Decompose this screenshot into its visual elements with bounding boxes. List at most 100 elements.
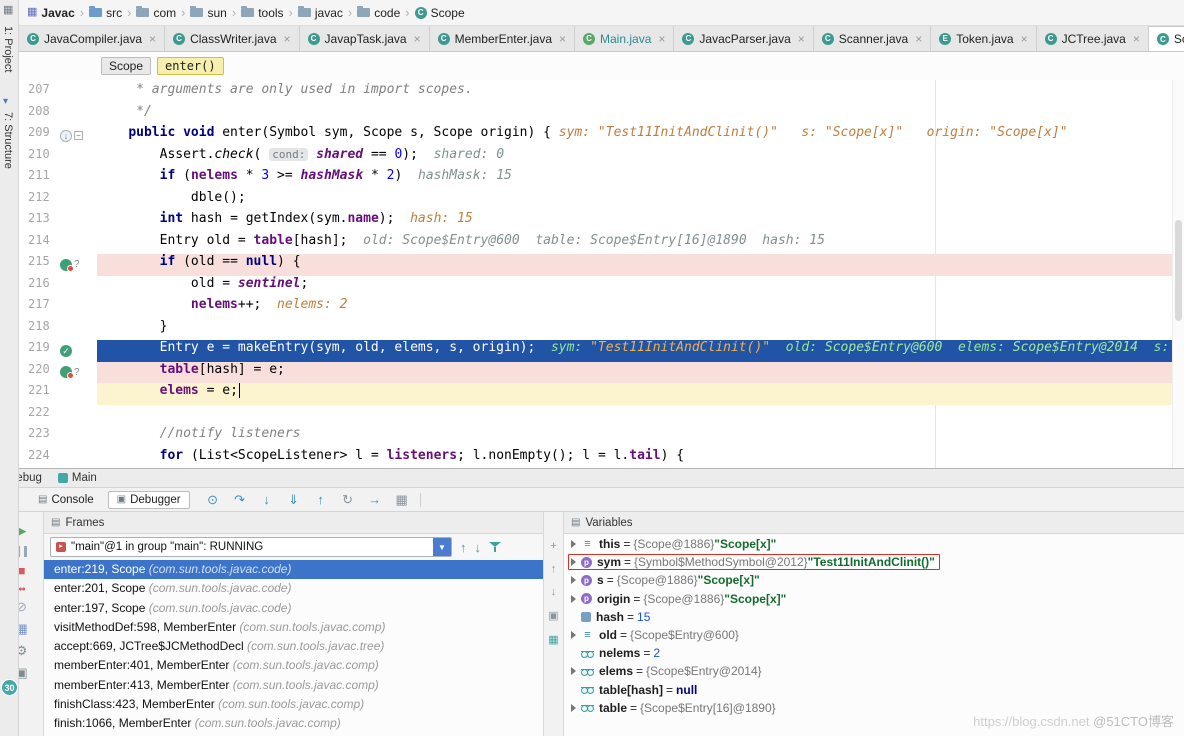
- code-line-210[interactable]: 210 Assert.check( cond: shared == 0); sh…: [19, 147, 1184, 169]
- breadcrumb-class-chip[interactable]: Scope: [101, 57, 151, 75]
- next-frame-button[interactable]: ↓: [475, 540, 482, 555]
- evaluate-in-variables-icon[interactable]: ▦: [548, 633, 558, 646]
- step-over-icon[interactable]: ↷: [231, 492, 249, 508]
- variable-row-elems[interactable]: elems={Scope$Entry@2014}: [564, 662, 1184, 680]
- variable-row-sym[interactable]: psym={Symbol$MethodSymbol@2012} "Test11I…: [564, 553, 1184, 571]
- nav-item-tools[interactable]: tools: [239, 6, 285, 20]
- code-line-212[interactable]: 212 dble();: [19, 190, 1184, 212]
- breadcrumb-method-chip[interactable]: enter(): [157, 57, 224, 75]
- code-line-223[interactable]: 223 //notify listeners: [19, 426, 1184, 448]
- code-line-207[interactable]: 207 * arguments are only used in import …: [19, 82, 1184, 104]
- code-line-219[interactable]: 219✓ Entry e = makeEntry(sym, old, elems…: [19, 340, 1184, 362]
- variable-row-hash[interactable]: hash=15: [564, 608, 1184, 626]
- expand-arrow-icon[interactable]: [571, 595, 576, 603]
- tab-Token.java[interactable]: EToken.java×: [931, 26, 1036, 51]
- variable-row-table[hash][interactable]: table[hash]=null: [564, 681, 1184, 699]
- close-icon[interactable]: ×: [284, 32, 291, 46]
- tab-JavaCompiler.java[interactable]: CJavaCompiler.java×: [19, 26, 165, 51]
- code-line-208[interactable]: 208 */: [19, 104, 1184, 126]
- expand-arrow-icon[interactable]: [571, 540, 576, 548]
- nav-item-sun[interactable]: sun: [188, 6, 228, 20]
- tab-ClassWriter.java[interactable]: CClassWriter.java×: [165, 26, 299, 51]
- code-area[interactable]: 207 * arguments are only used in import …: [19, 80, 1184, 468]
- line-number[interactable]: 207: [19, 82, 59, 104]
- tab-JCTree.java[interactable]: CJCTree.java×: [1037, 26, 1149, 51]
- stack-frame[interactable]: finish:1066, MemberEnter (com.sun.tools.…: [44, 714, 543, 733]
- code-line-220[interactable]: 220? table[hash] = e;: [19, 362, 1184, 384]
- thread-selector[interactable]: ▸ "main"@1 in group "main": RUNNING ▼: [50, 537, 452, 557]
- line-number[interactable]: 214: [19, 233, 59, 255]
- expand-arrow-icon[interactable]: [571, 704, 576, 712]
- tab-JavacParser.java[interactable]: CJavacParser.java×: [674, 26, 813, 51]
- stack-frame[interactable]: enter:219, Scope (com.sun.tools.javac.co…: [44, 560, 543, 579]
- close-icon[interactable]: ×: [414, 32, 421, 46]
- variable-row-this[interactable]: ≡this={Scope@1886} "Scope[x]": [564, 535, 1184, 553]
- line-number[interactable]: 218: [19, 319, 59, 341]
- code-line-224[interactable]: 224 for (List<ScopeListener> l = listene…: [19, 448, 1184, 469]
- line-number[interactable]: 216: [19, 276, 59, 298]
- move-watch-up-icon[interactable]: ↑: [551, 563, 557, 575]
- tab-console[interactable]: ▤ Console: [30, 492, 102, 508]
- close-icon[interactable]: ×: [149, 32, 156, 46]
- line-number[interactable]: 212: [19, 190, 59, 212]
- code-line-217[interactable]: 217 nelems++; nelems: 2: [19, 297, 1184, 319]
- hide-library-frames-filter-icon[interactable]: [489, 541, 501, 553]
- code-line-213[interactable]: 213 int hash = getIndex(sym.name); hash:…: [19, 211, 1184, 233]
- view-breakpoints-icon[interactable]: ●●: [18, 586, 24, 593]
- sidebar-item-project[interactable]: 1: Project: [2, 26, 14, 72]
- close-icon[interactable]: ×: [1021, 32, 1028, 46]
- close-icon[interactable]: ×: [1133, 32, 1140, 46]
- line-number[interactable]: 217: [19, 297, 59, 319]
- tab-JavapTask.java[interactable]: CJavapTask.java×: [300, 26, 430, 51]
- copy-value-icon[interactable]: ▣: [548, 609, 558, 622]
- tab-debugger[interactable]: ▣ Debugger: [108, 491, 190, 509]
- evaluate-expression-icon[interactable]: ▦: [393, 492, 411, 508]
- stack-frame[interactable]: finishClass:423, MemberEnter (com.sun.to…: [44, 695, 543, 714]
- code-line-209[interactable]: 209↓− public void enter(Symbol sym, Scop…: [19, 125, 1184, 147]
- stack-frame[interactable]: enter:201, Scope (com.sun.tools.javac.co…: [44, 579, 543, 598]
- breakpoint-hit-icon[interactable]: ✓: [60, 345, 72, 357]
- expand-arrow-icon[interactable]: [571, 576, 576, 584]
- tab-MemberEnter.java[interactable]: CMemberEnter.java×: [430, 26, 575, 51]
- stack-frame[interactable]: enter:197, Scope (com.sun.tools.javac.co…: [44, 599, 543, 618]
- line-number[interactable]: 221: [19, 383, 59, 405]
- stack-frame[interactable]: accept:669, JCTree$JCMethodDecl (com.sun…: [44, 637, 543, 656]
- chevron-down-icon[interactable]: ▼: [433, 538, 451, 556]
- force-step-into-icon[interactable]: ⇓: [285, 492, 303, 508]
- line-number[interactable]: 222: [19, 405, 59, 427]
- stack-frame[interactable]: memberEnter:413, MemberEnter (com.sun.to…: [44, 676, 543, 695]
- nav-item-javac[interactable]: ▦Javac: [25, 6, 77, 20]
- code-line-211[interactable]: 211 if (nelems * 3 >= hashMask * 2) hash…: [19, 168, 1184, 190]
- variable-row-s[interactable]: ps={Scope@1886} "Scope[x]": [564, 571, 1184, 589]
- variable-row-nelems[interactable]: nelems=2: [564, 644, 1184, 662]
- line-number[interactable]: 215: [19, 254, 59, 276]
- tab-Scanner.java[interactable]: CScanner.java×: [814, 26, 931, 51]
- run-to-cursor-icon[interactable]: →: [366, 492, 384, 508]
- drop-frame-icon[interactable]: ↻: [339, 492, 357, 508]
- expand-arrow-icon[interactable]: [571, 667, 576, 675]
- show-execution-point-icon[interactable]: ⊙: [204, 492, 222, 508]
- move-watch-down-icon[interactable]: ↓: [551, 586, 557, 598]
- expand-arrow-icon[interactable]: [571, 558, 576, 566]
- stack-frame[interactable]: memberEnter:401, MemberEnter (com.sun.to…: [44, 656, 543, 675]
- nav-item-com[interactable]: com: [134, 6, 178, 20]
- step-into-icon[interactable]: ↓: [258, 492, 276, 508]
- line-number[interactable]: 224: [19, 448, 59, 469]
- close-icon[interactable]: ×: [798, 32, 805, 46]
- nav-item-src[interactable]: src: [87, 6, 124, 20]
- nav-item-javac[interactable]: javac: [296, 6, 345, 20]
- nav-item-code[interactable]: code: [355, 6, 402, 20]
- add-watch-icon[interactable]: +: [550, 540, 556, 552]
- line-number[interactable]: 209: [19, 125, 59, 147]
- code-line-214[interactable]: 214 Entry old = table[hash]; old: Scope$…: [19, 233, 1184, 255]
- line-number[interactable]: 211: [19, 168, 59, 190]
- overridden-method-icon[interactable]: ↓: [60, 130, 72, 142]
- fold-icon[interactable]: −: [74, 131, 83, 140]
- code-line-221[interactable]: 221 elems = e;: [19, 383, 1184, 405]
- close-icon[interactable]: ×: [559, 32, 566, 46]
- stack-frame[interactable]: visitMethodDef:598, MemberEnter (com.sun…: [44, 618, 543, 637]
- previous-frame-button[interactable]: ↑: [460, 540, 467, 555]
- code-editor[interactable]: 207 * arguments are only used in import …: [19, 80, 1184, 468]
- line-number[interactable]: 210: [19, 147, 59, 169]
- close-icon[interactable]: ×: [658, 32, 665, 46]
